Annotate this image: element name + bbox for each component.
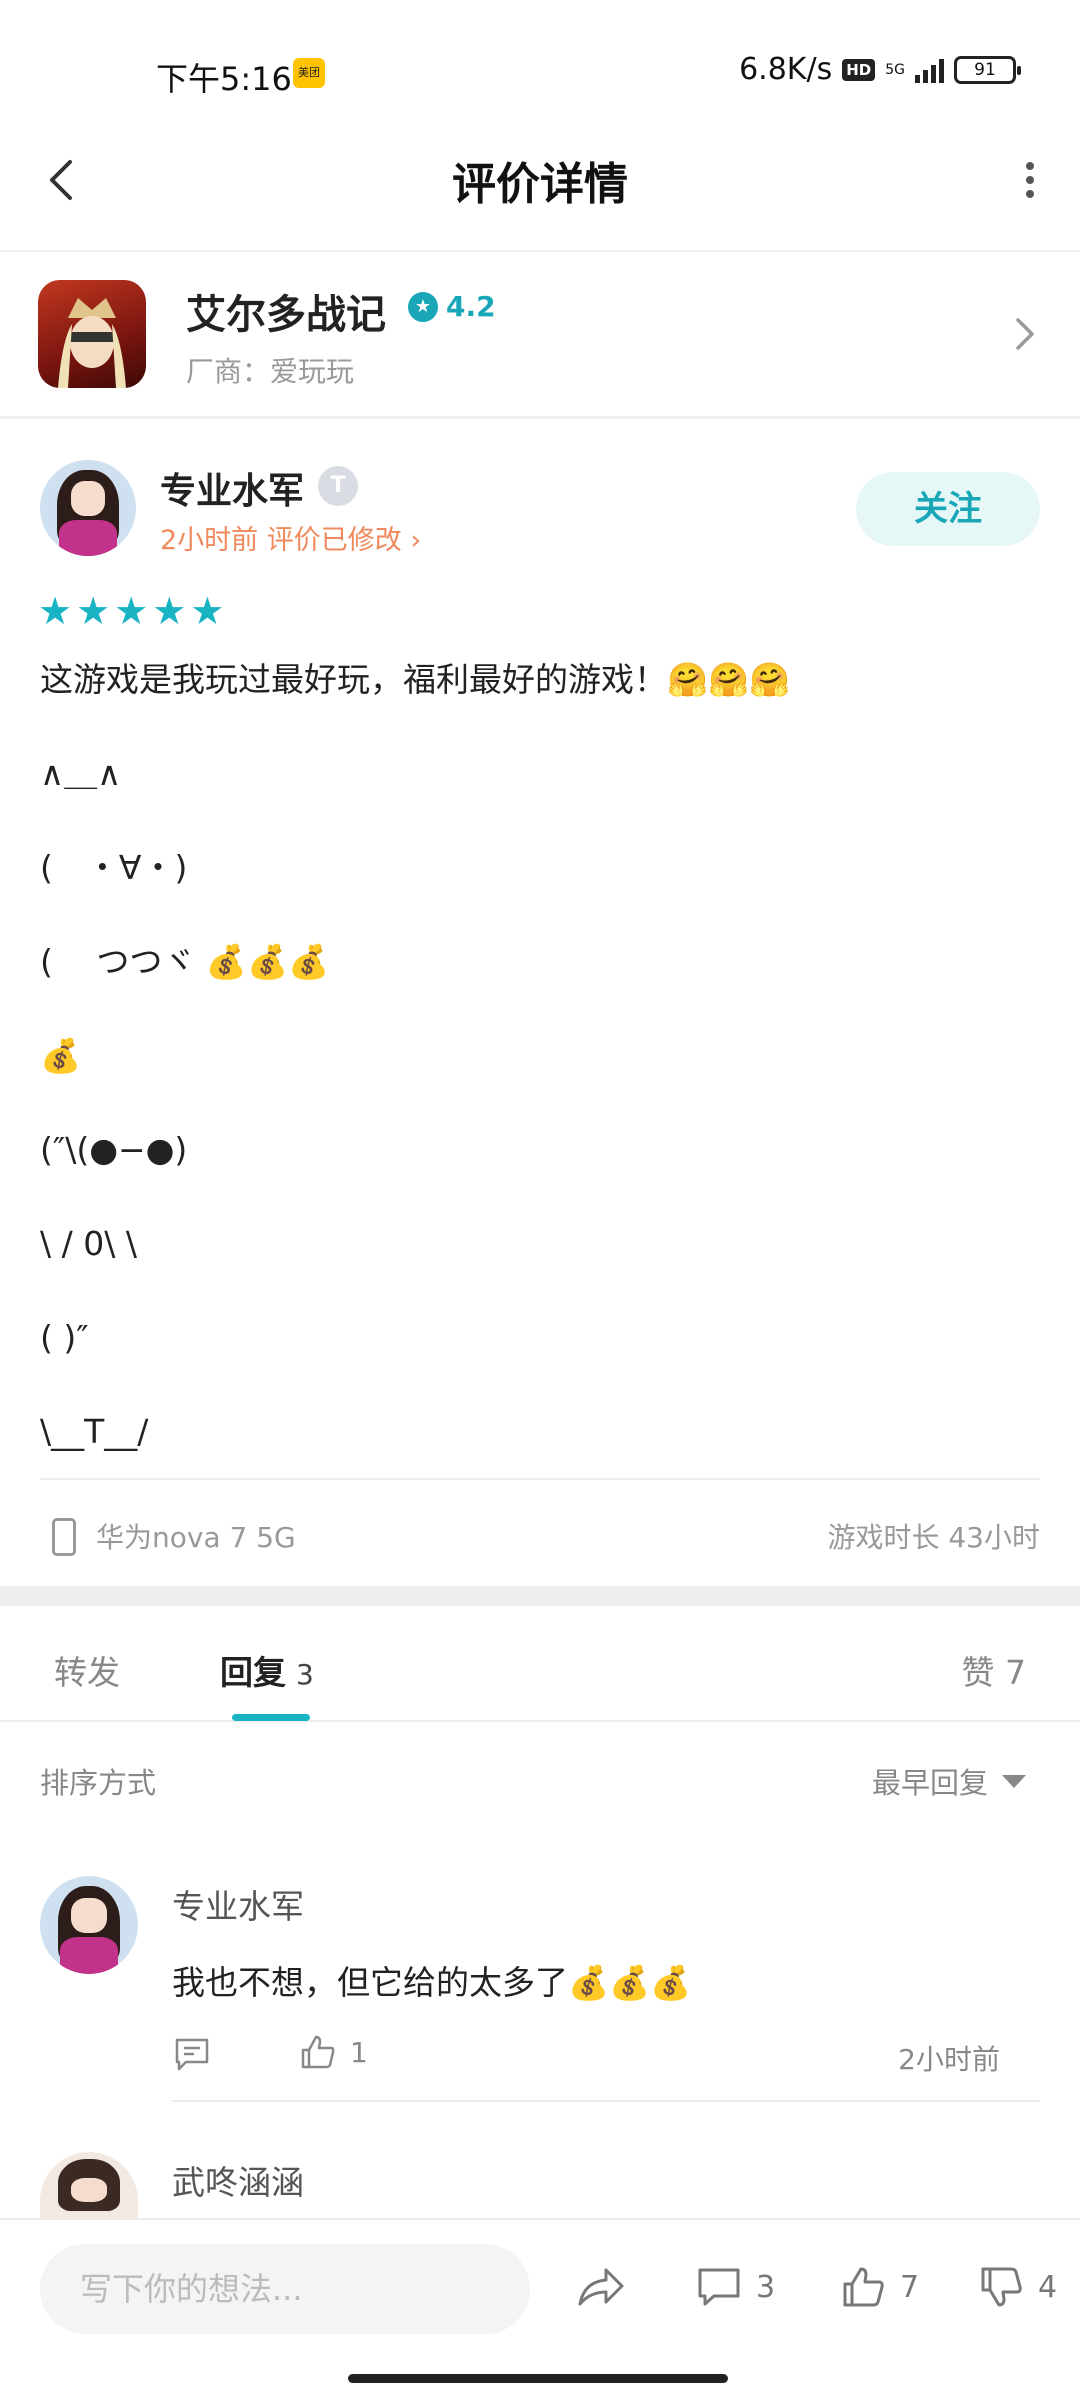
thumbs-up-icon xyxy=(301,2035,335,2069)
tab-reply-count: 3 xyxy=(296,1658,314,1691)
status-time: 下午5:16 xyxy=(156,60,292,98)
review-line: \ / 0\ \ xyxy=(40,1224,137,1263)
section-divider xyxy=(0,1586,1080,1606)
level-badge-icon: T xyxy=(318,466,358,506)
review-line: ( )″ xyxy=(40,1318,89,1357)
review-meta[interactable]: 2小时前 评价已修改 › xyxy=(160,518,421,557)
phone-icon xyxy=(52,1518,76,1556)
author-avatar[interactable] xyxy=(40,460,136,556)
review-line: 这游戏是我玩过最好玩，福利最好的游戏！🤗🤗🤗 xyxy=(40,660,791,699)
game-developer: 厂商：爱玩玩 xyxy=(186,355,355,388)
reply-actions: 1 2小时前 xyxy=(172,2030,1040,2082)
reply-like-button[interactable]: 1 xyxy=(298,2032,368,2072)
divider xyxy=(0,416,1080,419)
net-speed: 6.8K/s xyxy=(739,52,833,87)
tab-reply-label: 回复 xyxy=(220,1653,286,1692)
rating-value: 4.2 xyxy=(446,290,496,323)
more-options-icon[interactable] xyxy=(1010,150,1050,210)
device-name: 华为nova 7 5G xyxy=(96,1521,296,1554)
star-icon: ★ xyxy=(152,589,187,633)
reply-tabs: 转发 回复 3 赞 7 xyxy=(0,1606,1080,1722)
active-tab-indicator xyxy=(232,1714,310,1721)
thumbs-up-icon xyxy=(843,2267,884,2307)
signal-icon xyxy=(915,57,944,83)
like-count: 7 xyxy=(900,2269,920,2305)
hd-icon: HD xyxy=(842,58,876,81)
home-indicator[interactable] xyxy=(348,2374,728,2383)
reply-avatar[interactable] xyxy=(40,2152,138,2218)
review-line: 💰 xyxy=(40,1036,82,1075)
star-icon: ★ xyxy=(114,589,149,633)
bottom-action-bar: 3 7 4 xyxy=(0,2218,1080,2358)
game-name: 艾尔多战记 xyxy=(186,292,386,338)
reply-author[interactable]: 专业水军 xyxy=(172,1880,304,1928)
reply-text: 我也不想，但它给的太多了💰💰💰 xyxy=(172,1963,692,2002)
tab-likes[interactable]: 赞 7 xyxy=(962,1646,1027,1694)
reply-time: 2小时前 xyxy=(898,2043,1000,2076)
review-content: 这游戏是我玩过最好玩，福利最好的游戏！🤗🤗🤗 ∧＿∧ ( ・∀・) ( つつヾ … xyxy=(40,650,1040,1496)
rating-stars: ★ ★ ★ ★ ★ xyxy=(38,592,224,630)
reply-author[interactable]: 武咚涵涵 xyxy=(172,2156,304,2204)
network-type: 5G xyxy=(885,61,905,78)
star-icon: ★ xyxy=(38,589,73,633)
sort-label: 排序方式 xyxy=(40,1766,157,1800)
battery-level: 91 xyxy=(974,59,996,80)
game-rating: ★ 4.2 xyxy=(408,290,496,323)
sort-selected: 最早回复 xyxy=(871,1766,988,1800)
play-time: 游戏时长 43小时 xyxy=(827,1521,1040,1554)
like-button[interactable]: 7 xyxy=(840,2264,919,2310)
review-line: ( つつヾ 💰💰💰 xyxy=(40,942,330,981)
dislike-button[interactable]: 4 xyxy=(978,2264,1057,2310)
status-right: 6.8K/s HD 5G 91 xyxy=(739,52,1021,87)
author-name[interactable]: 专业水军 xyxy=(160,462,304,514)
tab-reply[interactable]: 回复 3 xyxy=(220,1646,314,1694)
star-badge-icon: ★ xyxy=(408,291,438,322)
game-icon xyxy=(38,280,146,388)
header: 评价详情 xyxy=(0,120,1080,250)
game-card[interactable]: 艾尔多战记 ★ 4.2 厂商：爱玩玩 xyxy=(0,250,1080,418)
star-icon: ★ xyxy=(76,589,111,633)
comment-icon[interactable] xyxy=(172,2034,212,2074)
battery-icon: 91 xyxy=(954,55,1021,84)
tab-repost[interactable]: 转发 xyxy=(54,1646,120,1694)
review-line: ( ・∀・) xyxy=(40,848,188,887)
review-line: (″\(●−●) xyxy=(40,1130,188,1169)
dislike-count: 4 xyxy=(1038,2269,1058,2305)
caret-down-icon xyxy=(1002,1774,1026,1788)
comment-button[interactable]: 3 xyxy=(696,2264,775,2310)
device-row: 华为nova 7 5G 游戏时长 43小时 xyxy=(40,1478,1040,1588)
share-icon xyxy=(578,2268,624,2306)
star-icon: ★ xyxy=(190,589,225,633)
review-line: ∧＿∧ xyxy=(40,754,122,793)
thumbs-down-icon xyxy=(981,2267,1022,2307)
meituan-notification-icon: 美团 xyxy=(293,58,325,88)
sort-dropdown[interactable]: 最早回复 xyxy=(872,1760,1026,1802)
follow-button[interactable]: 关注 xyxy=(856,472,1040,546)
comment-icon xyxy=(698,2268,740,2306)
page-title: 评价详情 xyxy=(452,159,628,210)
comment-input[interactable] xyxy=(40,2244,530,2334)
divider xyxy=(172,2100,1040,2102)
reply-avatar[interactable] xyxy=(40,1876,138,1974)
share-button[interactable] xyxy=(576,2264,626,2310)
comment-count: 3 xyxy=(756,2269,776,2305)
chevron-right-icon xyxy=(1016,318,1034,350)
reply-like-count: 1 xyxy=(350,2035,368,2069)
